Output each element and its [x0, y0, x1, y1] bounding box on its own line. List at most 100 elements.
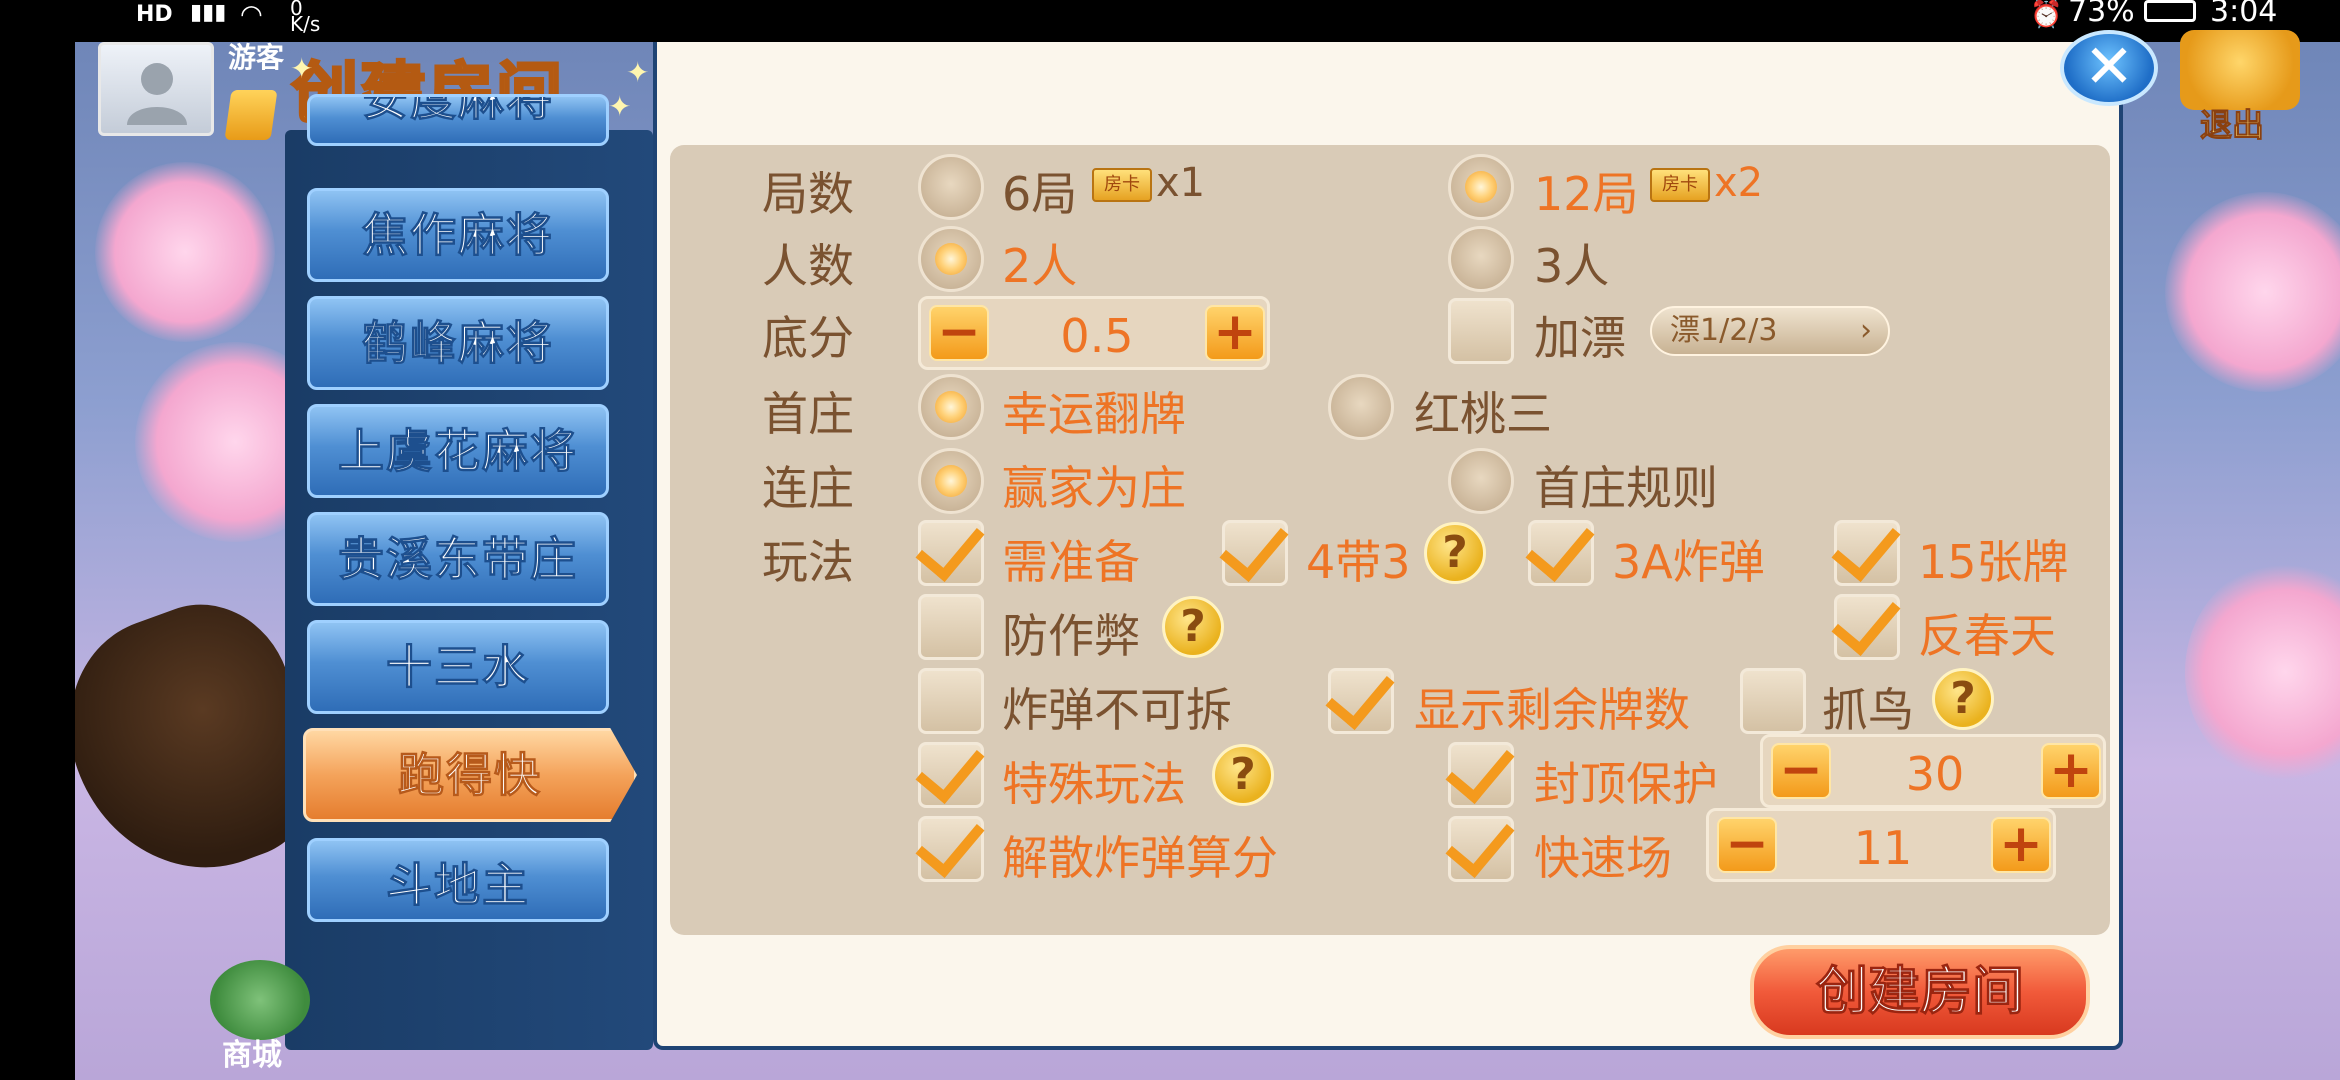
sparkle-icon: ✦	[608, 90, 632, 123]
anti-cheat-label: 防作弊	[1002, 609, 1140, 663]
exit-label: 退出	[2199, 106, 2265, 145]
bomb-unsplit-label: 炸弹不可拆	[1002, 683, 1232, 737]
sidebar-item-doudizhu[interactable]: 斗地主	[307, 838, 609, 922]
play-label: 玩法	[762, 535, 854, 589]
first-dealer-rule-label: 首庄规则	[1534, 461, 1718, 515]
fast-mode-label: 快速场	[1534, 831, 1672, 885]
avatar[interactable]	[98, 42, 214, 136]
sidebar-item-shangyu[interactable]: 上虞花麻将	[307, 404, 609, 498]
bomb-unsplit-checkbox[interactable]	[918, 668, 984, 734]
battery-icon	[2144, 0, 2196, 22]
room-card-icon[interactable]	[224, 90, 278, 140]
first-dealer-rule-radio[interactable]	[1448, 448, 1514, 514]
four-three-checkbox[interactable]	[1222, 520, 1288, 586]
fast-plus-button[interactable]: +	[1991, 817, 2051, 873]
special-play-checkbox[interactable]	[918, 742, 984, 808]
shop-label: 商城	[222, 1038, 282, 1073]
fast-value: 11	[1853, 821, 1913, 875]
lucky-flip-radio[interactable]	[918, 374, 984, 440]
catch-bird-label: 抓鸟	[1822, 683, 1914, 737]
fifteen-cards-checkbox[interactable]	[1834, 520, 1900, 586]
need-ready-checkbox[interactable]	[918, 520, 984, 586]
base-score-plus-button[interactable]: +	[1205, 305, 1265, 361]
guest-label: 游客	[228, 41, 285, 74]
chevron-right-icon: ›	[1860, 313, 1872, 348]
show-remaining-label: 显示剩余牌数	[1414, 683, 1690, 737]
cart-icon[interactable]	[210, 960, 310, 1040]
base-score-value: 0.5	[1060, 309, 1134, 363]
battery-percent: 73%	[2068, 0, 2135, 29]
winner-dealer-label: 赢家为庄	[1002, 461, 1186, 515]
cap-protect-label: 封顶保护	[1534, 757, 1718, 811]
cap-plus-button[interactable]: +	[2041, 743, 2101, 799]
signal-icon: ▮▮▮	[190, 0, 227, 25]
close-button[interactable]: ✕	[2060, 30, 2158, 106]
base-score-label: 底分	[762, 311, 854, 365]
dismiss-bomb-checkbox[interactable]	[918, 816, 984, 882]
rounds-6-radio[interactable]	[918, 154, 984, 220]
lucky-flip-label: 幸运翻牌	[1002, 387, 1186, 441]
game-screen: HD ▮▮▮ ◠ 0 K/s ⏰ 73% 3:04 游客 创建房间 ✦ ✦ ✦ …	[0, 0, 2340, 1080]
rounds-6-cost: x1	[1156, 160, 1206, 206]
four-three-help-icon[interactable]: ?	[1424, 522, 1486, 584]
catch-bird-help-icon[interactable]: ?	[1932, 668, 1994, 730]
players-3-label: 3人	[1534, 239, 1610, 293]
sparkle-icon: ✦	[290, 52, 314, 85]
heart-three-radio[interactable]	[1328, 374, 1394, 440]
game-type-sidebar: 安度麻将 焦作麻将 鹤峰麻将 上虞花麻将 贵溪东带庄 十三水 跑得快 斗地主	[285, 94, 653, 1050]
need-ready-label: 需准备	[1002, 535, 1140, 589]
anti-cheat-help-icon[interactable]: ?	[1162, 596, 1224, 658]
fast-mode-checkbox[interactable]	[1448, 816, 1514, 882]
blossom-decoration	[2185, 562, 2340, 782]
players-2-radio[interactable]	[918, 226, 984, 292]
fifteen-cards-label: 15张牌	[1918, 535, 2069, 589]
base-score-stepper: − 0.5 +	[918, 296, 1270, 370]
base-score-minus-button[interactable]: −	[929, 305, 989, 361]
special-play-help-icon[interactable]: ?	[1212, 744, 1274, 806]
players-label: 人数	[762, 239, 854, 293]
status-bar: HD ▮▮▮ ◠ 0 K/s ⏰ 73% 3:04	[0, 0, 2340, 42]
fast-minus-button[interactable]: −	[1717, 817, 1777, 873]
float-select[interactable]: 漂1/2/3 ›	[1650, 306, 1890, 356]
cap-minus-button[interactable]: −	[1771, 743, 1831, 799]
wifi-icon: ◠	[240, 0, 263, 30]
sidebar-item-guixi[interactable]: 贵溪东带庄	[307, 512, 609, 606]
hd-indicator: HD	[136, 2, 173, 27]
blossom-decoration	[95, 162, 275, 342]
players-3-radio[interactable]	[1448, 226, 1514, 292]
dismiss-bomb-label: 解散炸弹算分	[1002, 831, 1278, 885]
four-three-label: 4带3	[1306, 535, 1411, 589]
special-play-label: 特殊玩法	[1002, 757, 1186, 811]
alarm-icon: ⏰	[2030, 0, 2063, 30]
sidebar-item-jiaozuo[interactable]: 焦作麻将	[307, 188, 609, 282]
room-card-badge: 房卡	[1650, 168, 1710, 202]
sidebar-item-hefeng[interactable]: 鹤峰麻将	[307, 296, 609, 390]
sparkle-icon: ✦	[626, 56, 650, 89]
continue-dealer-label: 连庄	[762, 461, 854, 515]
sidebar-item-paodekuai[interactable]: 跑得快	[303, 728, 637, 822]
cap-value: 30	[1905, 747, 1965, 801]
sidebar-item-shisanshui[interactable]: 十三水	[307, 620, 609, 714]
rounds-12-radio[interactable]	[1448, 154, 1514, 220]
float-checkbox[interactable]	[1448, 298, 1514, 364]
net-speed-unit: K/s	[290, 12, 321, 36]
sidebar-item-andu[interactable]: 安度麻将	[307, 94, 609, 146]
clock: 3:04	[2210, 0, 2278, 29]
cap-value-stepper: − 30 +	[1760, 734, 2106, 808]
players-2-label: 2人	[1002, 239, 1078, 293]
reverse-spring-label: 反春天	[1918, 609, 2056, 663]
reverse-spring-checkbox[interactable]	[1834, 594, 1900, 660]
cap-protect-checkbox[interactable]	[1448, 742, 1514, 808]
anti-cheat-checkbox[interactable]	[918, 594, 984, 660]
exit-icon[interactable]	[2180, 30, 2300, 110]
winner-dealer-radio[interactable]	[918, 448, 984, 514]
room-card-badge: 房卡	[1092, 168, 1152, 202]
rounds-6-label: 6局	[1002, 167, 1078, 221]
rounds-12-label: 12局	[1534, 167, 1639, 221]
show-remaining-checkbox[interactable]	[1328, 668, 1394, 734]
fast-value-stepper: − 11 +	[1706, 808, 2056, 882]
triple-a-bomb-checkbox[interactable]	[1528, 520, 1594, 586]
catch-bird-checkbox[interactable]	[1740, 668, 1806, 734]
create-room-button[interactable]: 创建房间	[1750, 945, 2090, 1039]
float-label: 加漂	[1534, 311, 1626, 365]
